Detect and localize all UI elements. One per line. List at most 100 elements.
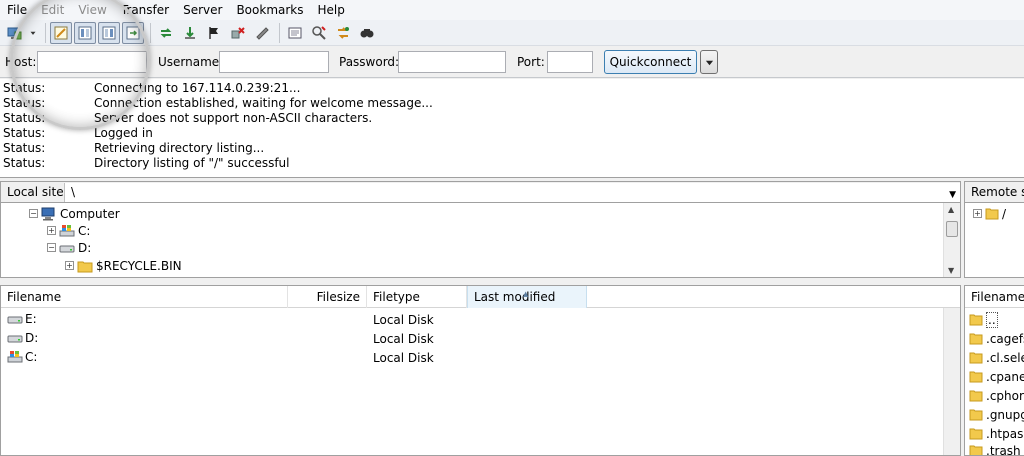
remote-file-list[interactable]: Filename .. .cagefs .cl.sele .cpane .cph… — [964, 285, 1024, 456]
log-message: Directory listing of "/" successful — [94, 156, 290, 170]
local-list-scrollbar[interactable] — [943, 308, 960, 455]
column-filename[interactable]: Filename — [1, 286, 288, 308]
file-type: Local Disk — [373, 313, 434, 327]
menu-transfer[interactable]: Transfer — [114, 0, 176, 20]
file-name: .htpass — [986, 426, 1024, 441]
file-name-cell: D: — [7, 331, 38, 345]
list-item[interactable]: .trash — [969, 441, 1021, 455]
scroll-up-icon[interactable]: ▲ — [948, 205, 954, 214]
log-row: Status: Connecting to 167.114.0.239:21... — [0, 81, 1024, 96]
toggle-remote-tree-icon[interactable] — [98, 21, 120, 44]
column-filename[interactable]: Filename — [965, 286, 1024, 308]
reconnect-icon[interactable] — [251, 22, 273, 44]
log-message: Server does not support non-ASCII charac… — [94, 111, 373, 125]
list-item[interactable]: .cphor — [969, 386, 1024, 405]
cancel-operation-icon[interactable] — [203, 22, 225, 44]
process-queue-icon[interactable] — [179, 22, 201, 44]
file-name: .cl.sele — [986, 350, 1024, 365]
local-site-path-combobox[interactable]: \ ▼ — [64, 183, 960, 202]
file-name: .cpane — [986, 369, 1024, 384]
column-filetype[interactable]: Filetype — [367, 286, 467, 308]
folder-icon — [969, 390, 983, 402]
chevron-down-icon — [705, 60, 713, 65]
remote-list-header: Filename — [965, 286, 1024, 308]
windows-drive-icon — [59, 224, 75, 236]
username-label: Username: — [158, 55, 224, 69]
collapse-icon[interactable]: − — [29, 209, 38, 218]
chevron-down-icon[interactable]: ▼ — [949, 186, 956, 204]
directory-comparison-icon[interactable] — [332, 22, 354, 44]
list-item[interactable]: .cagefs — [969, 329, 1024, 348]
search-files-icon[interactable] — [356, 22, 378, 44]
username-input[interactable] — [219, 51, 329, 73]
menu-view[interactable]: View — [71, 0, 113, 20]
local-directory-tree[interactable]: − Computer + C: − D: + $RECYCLE.BIN ▲ ▼ — [0, 203, 961, 278]
folder-icon — [969, 333, 983, 345]
expand-icon[interactable]: + — [65, 261, 74, 270]
tree-item-remote-root[interactable]: + / — [973, 205, 1006, 222]
local-site-bar: Local site: \ ▼ — [0, 181, 961, 203]
file-name: D: — [25, 331, 39, 345]
tree-item-d-drive[interactable]: − D: — [47, 239, 91, 256]
local-file-list[interactable]: Filename Filesize Filetype ▲ Last modifi… — [0, 285, 961, 456]
toggle-local-tree-icon[interactable] — [74, 21, 96, 44]
list-item[interactable]: .. — [969, 310, 998, 329]
tree-item-label: $RECYCLE.BIN — [96, 258, 182, 273]
host-label: Host: — [5, 55, 37, 69]
scroll-down-icon[interactable]: ▼ — [948, 266, 954, 275]
toggle-transfer-queue-icon[interactable] — [122, 21, 144, 44]
log-message: Connecting to 167.114.0.239:21... — [94, 81, 301, 95]
tree-item-recycle-bin[interactable]: + $RECYCLE.BIN — [65, 257, 182, 274]
list-item[interactable]: C: Local Disk — [1, 348, 960, 367]
list-item[interactable]: E: Local Disk — [1, 310, 960, 329]
tree-item-computer[interactable]: − Computer — [29, 205, 120, 222]
remote-directory-tree[interactable]: + / — [964, 203, 1024, 278]
password-input[interactable] — [398, 51, 506, 73]
menu-file[interactable]: File — [0, 0, 34, 20]
local-tree-scrollbar[interactable]: ▲ ▼ — [943, 203, 960, 277]
dropdown-arrow-icon[interactable] — [27, 22, 39, 44]
log-type: Status: — [3, 111, 46, 125]
sync-browsing-icon[interactable] — [308, 22, 330, 44]
log-type: Status: — [3, 81, 46, 95]
log-type: Status: — [3, 96, 46, 110]
expand-icon[interactable]: + — [973, 209, 982, 218]
expand-icon[interactable]: + — [47, 226, 56, 235]
menu-server[interactable]: Server — [176, 0, 229, 20]
disconnect-icon[interactable] — [227, 22, 249, 44]
tree-item-c-drive[interactable]: + C: — [47, 222, 90, 239]
collapse-icon[interactable]: − — [47, 243, 56, 252]
quickconnect-dropdown-button[interactable] — [700, 50, 718, 74]
port-label: Port: — [517, 55, 545, 69]
column-last-modified[interactable]: ▲ Last modified — [467, 286, 587, 308]
column-filesize[interactable]: Filesize — [288, 286, 367, 308]
list-item[interactable]: .cpane — [969, 367, 1024, 386]
quickconnect-button[interactable]: Quickconnect — [604, 50, 697, 74]
local-site-path-value: \ — [71, 185, 76, 199]
scrollbar-thumb[interactable] — [946, 221, 958, 237]
toolbar-separator — [45, 22, 46, 43]
menu-bookmarks[interactable]: Bookmarks — [229, 0, 310, 20]
drive-icon — [7, 335, 23, 343]
column-last-modified-label: Last modified — [474, 290, 556, 304]
toolbar-separator — [279, 22, 280, 43]
password-label: Password: — [339, 55, 400, 69]
host-input[interactable] — [37, 51, 147, 73]
log-message: Connection established, waiting for welc… — [94, 96, 433, 110]
menu-edit[interactable]: Edit — [34, 0, 71, 20]
toggle-message-log-icon[interactable] — [50, 21, 72, 44]
list-item[interactable]: .gnupg — [969, 405, 1024, 424]
message-log[interactable]: Status: Connecting to 167.114.0.239:21...… — [0, 79, 1024, 178]
log-message: Logged in — [94, 126, 153, 140]
folder-icon — [969, 314, 983, 326]
list-item[interactable]: D: Local Disk — [1, 329, 960, 348]
refresh-icon[interactable] — [155, 22, 177, 44]
file-name: .cphor — [986, 388, 1024, 403]
port-input[interactable] — [547, 51, 593, 73]
directory-filter-icon[interactable] — [284, 22, 306, 44]
computer-icon — [41, 207, 55, 220]
list-item[interactable]: .cl.sele — [969, 348, 1024, 367]
drive-icon — [59, 245, 75, 252]
menu-help[interactable]: Help — [311, 0, 352, 20]
site-manager-icon[interactable] — [3, 22, 25, 44]
